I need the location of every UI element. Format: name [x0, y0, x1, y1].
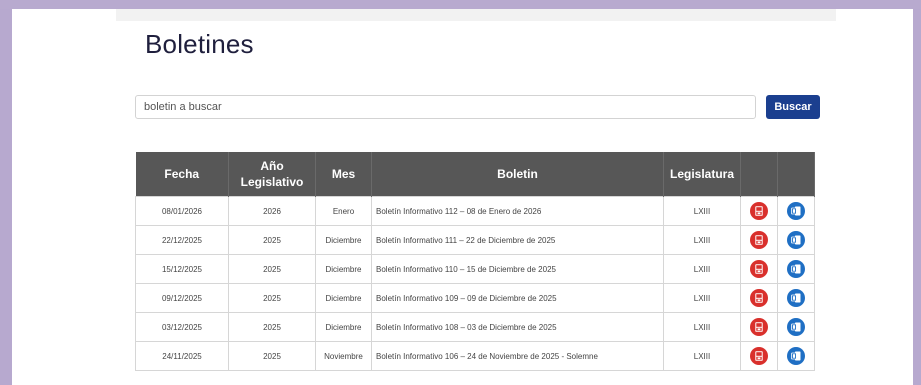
table-row: 24/11/2025 2025 Noviembre Boletín Inform…	[135, 341, 815, 371]
word-document-icon[interactable]	[787, 202, 805, 220]
cell-legislatura: LXIII	[663, 196, 741, 226]
cell-legislatura: LXIII	[663, 283, 741, 313]
header-anio-line2: Legislativo	[240, 175, 304, 189]
cell-fecha: 08/01/2026	[135, 196, 229, 226]
header-pdf	[740, 152, 778, 197]
search-button[interactable]: Buscar	[766, 95, 820, 119]
header-fecha: Fecha	[135, 152, 229, 197]
cell-word	[777, 196, 815, 226]
boletines-table-container: Fecha Año Legislativo Mes Boletin Legisl…	[135, 152, 815, 371]
cell-word	[777, 312, 815, 342]
header-word	[777, 152, 815, 197]
boletines-table: Fecha Año Legislativo Mes Boletin Legisl…	[135, 152, 815, 371]
pdf-document-icon[interactable]	[750, 202, 768, 220]
cell-pdf	[740, 312, 778, 342]
cell-anio: 2025	[228, 283, 316, 313]
cell-boletin[interactable]: Boletín Informativo 106 – 24 de Noviembr…	[371, 341, 664, 371]
pdf-document-icon[interactable]	[750, 347, 768, 365]
table-header-row: Fecha Año Legislativo Mes Boletin Legisl…	[135, 152, 815, 197]
table-row: 09/12/2025 2025 Diciembre Boletín Inform…	[135, 283, 815, 313]
cell-anio: 2025	[228, 312, 316, 342]
word-document-icon[interactable]	[787, 289, 805, 307]
cell-word	[777, 341, 815, 371]
pdf-document-icon[interactable]	[750, 318, 768, 336]
cell-fecha: 24/11/2025	[135, 341, 229, 371]
cell-pdf	[740, 225, 778, 255]
cell-legislatura: LXIII	[663, 341, 741, 371]
cell-fecha: 03/12/2025	[135, 312, 229, 342]
page-title: Boletines	[145, 29, 254, 59]
search-input[interactable]	[135, 95, 756, 119]
cell-mes: Diciembre	[315, 254, 372, 284]
cell-mes: Diciembre	[315, 312, 372, 342]
cell-anio: 2025	[228, 254, 316, 284]
word-document-icon[interactable]	[787, 231, 805, 249]
cell-fecha: 22/12/2025	[135, 225, 229, 255]
cell-boletin[interactable]: Boletín Informativo 110 – 15 de Diciembr…	[371, 254, 664, 284]
cell-boletin[interactable]: Boletín Informativo 111 – 22 de Diciembr…	[371, 225, 664, 255]
cell-anio: 2025	[228, 341, 316, 371]
table-body: 08/01/2026 2026 Enero Boletín Informativ…	[135, 196, 815, 371]
word-document-icon[interactable]	[787, 347, 805, 365]
word-document-icon[interactable]	[787, 260, 805, 278]
pdf-document-icon[interactable]	[750, 231, 768, 249]
table-row: 08/01/2026 2026 Enero Boletín Informativ…	[135, 196, 815, 226]
cell-pdf	[740, 254, 778, 284]
cell-legislatura: LXIII	[663, 225, 741, 255]
page-content: Boletines Buscar Fecha Año Legislativo	[12, 9, 913, 385]
cell-word	[777, 225, 815, 255]
cell-mes: Diciembre	[315, 283, 372, 313]
header-mes: Mes	[315, 152, 372, 197]
cell-boletin[interactable]: Boletín Informativo 108 – 03 de Diciembr…	[371, 312, 664, 342]
header-anio-legislativo: Año Legislativo	[228, 152, 316, 197]
cell-word	[777, 254, 815, 284]
header-strip	[116, 9, 836, 21]
cell-pdf	[740, 196, 778, 226]
cell-boletin[interactable]: Boletín Informativo 109 – 09 de Diciembr…	[371, 283, 664, 313]
cell-mes: Diciembre	[315, 225, 372, 255]
table-row: 15/12/2025 2025 Diciembre Boletín Inform…	[135, 254, 815, 284]
cell-fecha: 15/12/2025	[135, 254, 229, 284]
cell-anio: 2026	[228, 196, 316, 226]
top-band	[0, 0, 921, 9]
table-row: 22/12/2025 2025 Diciembre Boletín Inform…	[135, 225, 815, 255]
cell-pdf	[740, 341, 778, 371]
cell-fecha: 09/12/2025	[135, 283, 229, 313]
cell-anio: 2025	[228, 225, 316, 255]
cell-word	[777, 283, 815, 313]
word-document-icon[interactable]	[787, 318, 805, 336]
header-anio-line1: Año	[260, 159, 284, 173]
cell-boletin[interactable]: Boletín Informativo 112 – 08 de Enero de…	[371, 196, 664, 226]
header-legislatura: Legislatura	[663, 152, 741, 197]
header-boletin: Boletin	[371, 152, 664, 197]
cell-mes: Noviembre	[315, 341, 372, 371]
cell-legislatura: LXIII	[663, 312, 741, 342]
cell-mes: Enero	[315, 196, 372, 226]
cell-pdf	[740, 283, 778, 313]
pdf-document-icon[interactable]	[750, 289, 768, 307]
table-row: 03/12/2025 2025 Diciembre Boletín Inform…	[135, 312, 815, 342]
pdf-document-icon[interactable]	[750, 260, 768, 278]
cell-legislatura: LXIII	[663, 254, 741, 284]
